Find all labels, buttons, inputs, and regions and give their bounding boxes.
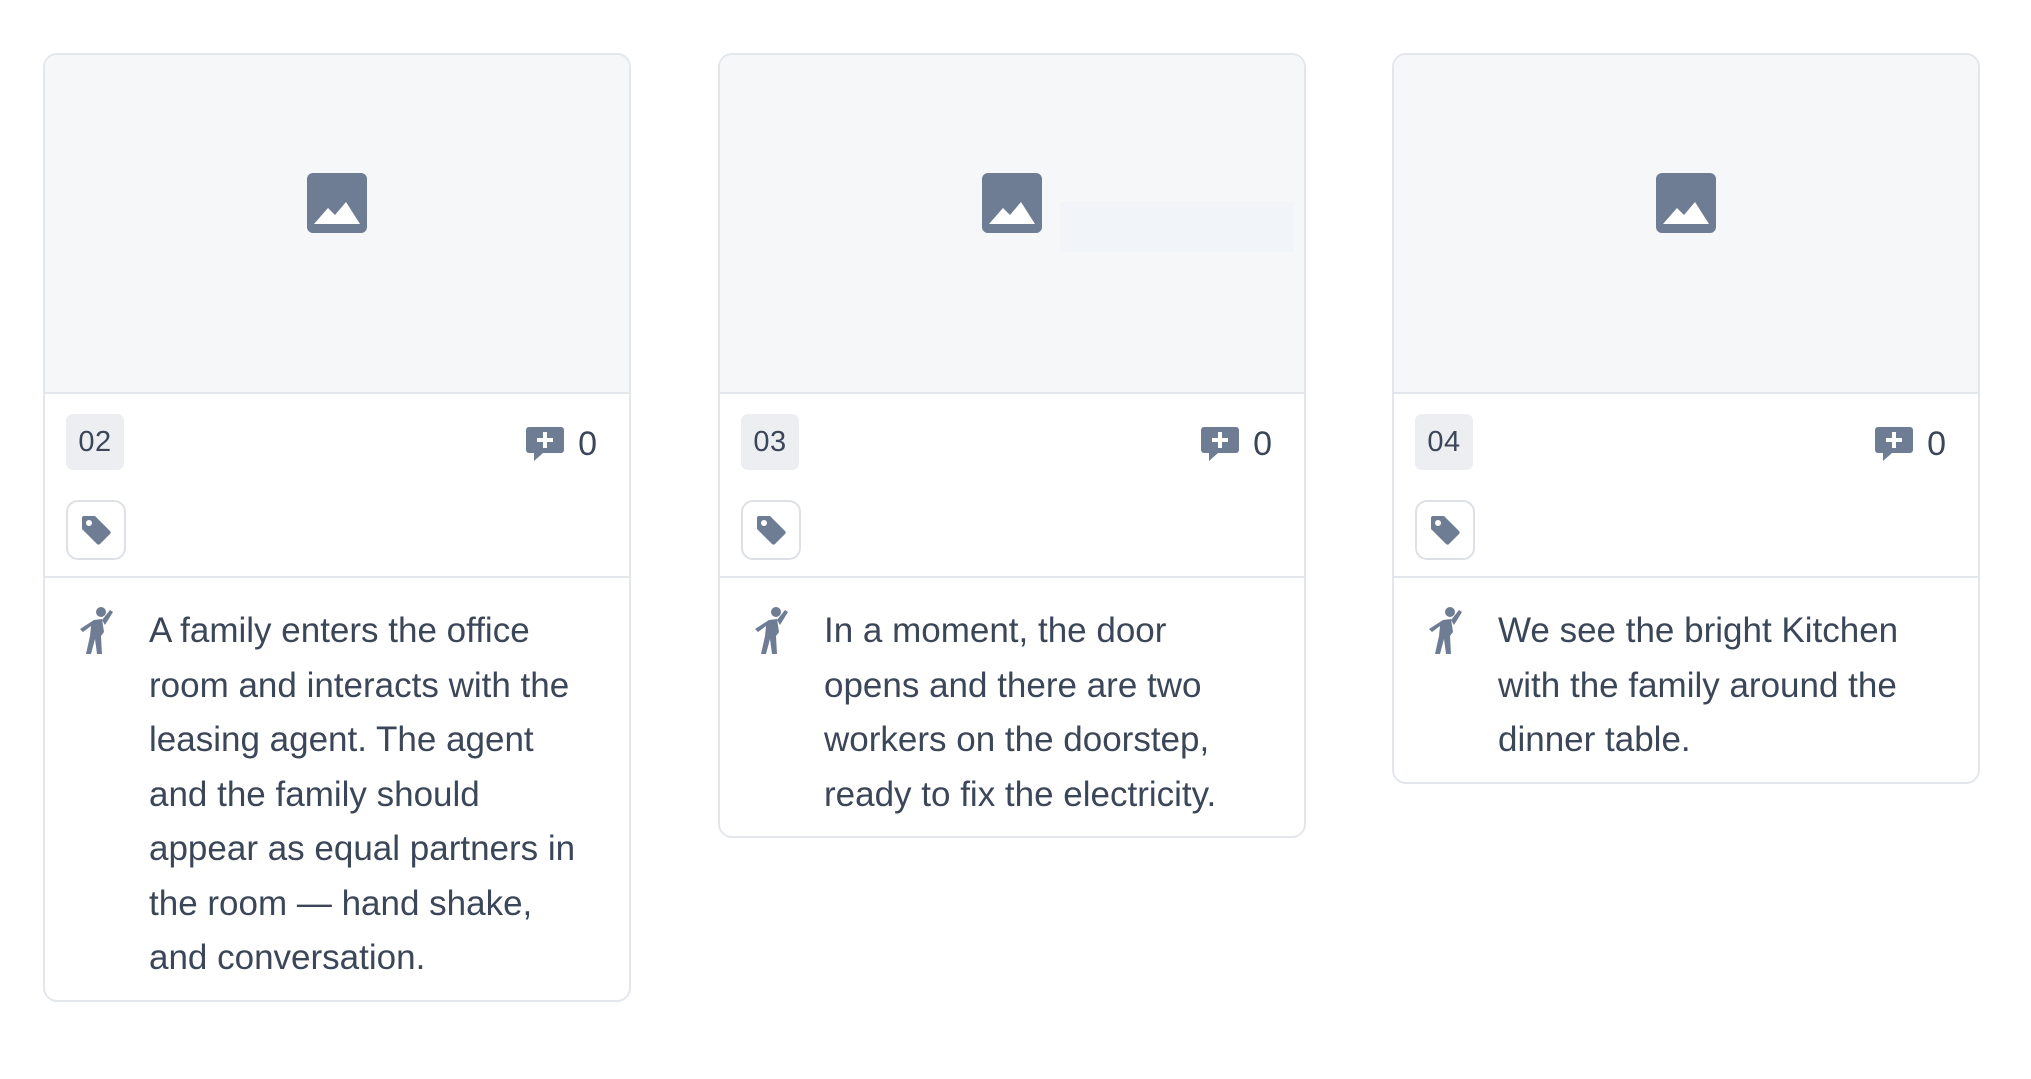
- comment-count: 0: [1253, 425, 1272, 463]
- storyboard-board: 02 0 A family enters the office room and…: [0, 0, 2031, 1079]
- comment-count: 0: [1927, 425, 1946, 463]
- frame-image-placeholder[interactable]: [1394, 55, 1978, 394]
- tag-icon: [1431, 516, 1460, 545]
- image-placeholder-icon: [1656, 172, 1716, 233]
- tag-icon: [757, 516, 786, 545]
- tag-icon: [82, 516, 111, 545]
- frame-image-placeholder[interactable]: [45, 55, 629, 394]
- frame-card[interactable]: 03 0 In a moment, the door opens and the…: [718, 53, 1306, 838]
- action-figure-icon: [755, 607, 788, 654]
- add-tag-button[interactable]: [741, 500, 801, 560]
- image-placeholder-icon: [982, 172, 1042, 233]
- frame-description[interactable]: A family enters the office room and inte…: [45, 578, 629, 1000]
- frame-meta: 03 0: [720, 394, 1304, 578]
- frame-card[interactable]: 02 0 A family enters the office room and…: [43, 53, 631, 1002]
- frame-description-text: We see the bright Kitchen with the famil…: [1498, 611, 1899, 759]
- add-comment-icon: [1201, 427, 1240, 461]
- frame-description-text: A family enters the office room and inte…: [149, 611, 576, 977]
- frame-description-text: In a moment, the door opens and there ar…: [824, 611, 1217, 814]
- frame-number-badge: 02: [66, 414, 124, 470]
- comments-button[interactable]: 0: [525, 420, 597, 468]
- comments-button[interactable]: 0: [1874, 420, 1946, 468]
- frame-number-badge: 04: [1415, 414, 1473, 470]
- add-comment-icon: [1875, 427, 1914, 461]
- add-comment-icon: [526, 427, 565, 461]
- action-figure-icon: [1429, 607, 1462, 654]
- action-figure-icon: [80, 607, 113, 654]
- add-tag-button[interactable]: [66, 500, 126, 560]
- frame-number-badge: 03: [741, 414, 799, 470]
- frame-card[interactable]: 04 0 We see the bright Kitchen with the …: [1392, 53, 1980, 784]
- comments-button[interactable]: 0: [1200, 420, 1272, 468]
- frame-meta: 02 0: [45, 394, 629, 578]
- frame-image-placeholder[interactable]: [720, 55, 1304, 394]
- add-tag-button[interactable]: [1415, 500, 1475, 560]
- frame-meta: 04 0: [1394, 394, 1978, 578]
- comment-count: 0: [578, 425, 597, 463]
- frame-description[interactable]: We see the bright Kitchen with the famil…: [1394, 578, 1978, 782]
- image-placeholder-icon: [307, 172, 367, 233]
- frame-description[interactable]: In a moment, the door opens and there ar…: [720, 578, 1304, 836]
